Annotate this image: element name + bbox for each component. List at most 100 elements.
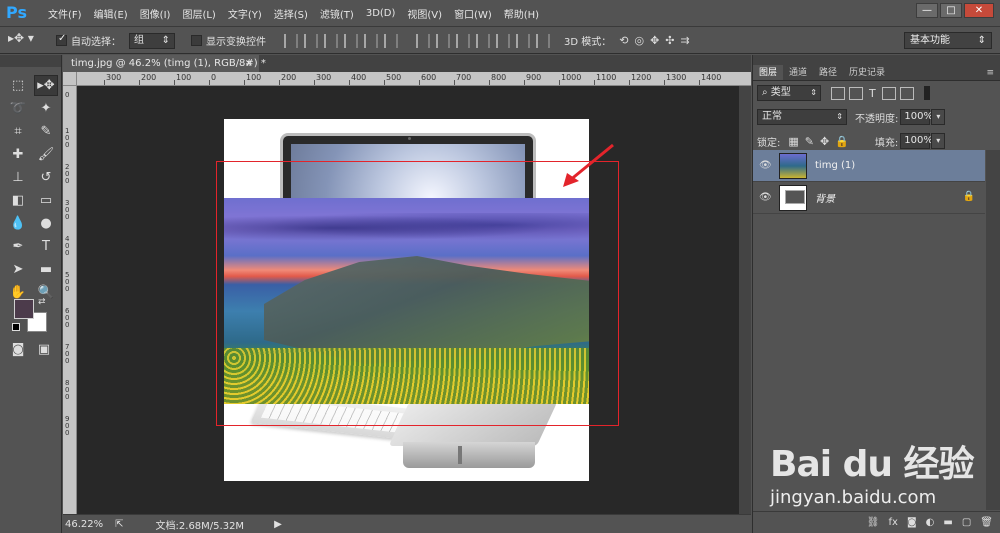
menu-type[interactable]: 文字(Y) bbox=[228, 6, 262, 21]
ruler-origin[interactable] bbox=[63, 72, 77, 86]
lock-pixels-icon[interactable]: ✎ bbox=[805, 135, 814, 148]
default-colors-icon[interactable] bbox=[12, 323, 20, 331]
distribute-right-icon[interactable] bbox=[516, 33, 530, 48]
3d-scale-icon[interactable]: ⇉ bbox=[681, 34, 690, 47]
close-button[interactable]: ✕ bbox=[964, 3, 994, 18]
show-transform-option[interactable]: 显示变换控件 bbox=[191, 33, 266, 48]
group-icon[interactable]: ▬ bbox=[943, 517, 952, 528]
layer-name[interactable]: timg (1) bbox=[815, 160, 855, 171]
screen-mode-icon[interactable]: ▣ bbox=[32, 339, 56, 360]
filter-toggle-icon[interactable] bbox=[923, 86, 930, 100]
align-bottom-icon[interactable] bbox=[324, 33, 338, 48]
menu-edit[interactable]: 编辑(E) bbox=[94, 6, 128, 21]
eraser-tool-icon[interactable]: ◧ bbox=[6, 190, 30, 211]
3d-slide-icon[interactable]: ✣ bbox=[665, 34, 674, 47]
auto-select-dropdown[interactable]: 组 ⇕ bbox=[129, 32, 175, 49]
align-right-icon[interactable] bbox=[384, 33, 398, 48]
stamp-tool-icon[interactable]: ⊥ bbox=[6, 167, 30, 188]
tab-history[interactable]: 历史记录 bbox=[843, 65, 891, 80]
visibility-eye-icon[interactable]: 👁 bbox=[759, 160, 775, 171]
3d-roll-icon[interactable]: ◎ bbox=[634, 34, 644, 47]
layer-row[interactable]: 👁 timg (1) bbox=[753, 150, 985, 182]
menu-layer[interactable]: 图层(L) bbox=[182, 6, 215, 21]
new-layer-icon[interactable]: ▢ bbox=[962, 517, 971, 528]
menu-3d[interactable]: 3D(D) bbox=[366, 8, 396, 19]
rectangle-tool-icon[interactable]: ▬ bbox=[34, 259, 58, 280]
filter-adjustment-icon[interactable] bbox=[849, 86, 863, 100]
show-transform-checkbox[interactable] bbox=[191, 35, 202, 46]
panel-header[interactable] bbox=[753, 55, 1000, 65]
marquee-tool-icon[interactable]: ⬚ bbox=[6, 75, 30, 96]
type-tool-icon[interactable]: T bbox=[34, 236, 58, 257]
3d-pan-icon[interactable]: ✥ bbox=[650, 34, 659, 47]
3d-rotate-icon[interactable]: ⟲ bbox=[619, 34, 628, 47]
menu-image[interactable]: 图像(I) bbox=[140, 6, 171, 21]
opacity-slider-arrow-icon[interactable]: ▾ bbox=[931, 109, 946, 125]
eyedropper-icon[interactable]: ✎ bbox=[34, 121, 58, 142]
tab-layers[interactable]: 图层 bbox=[753, 65, 784, 80]
align-top-icon[interactable] bbox=[284, 33, 298, 48]
filter-type-icon[interactable]: T bbox=[869, 87, 876, 100]
mask-icon[interactable]: ◙ bbox=[907, 517, 917, 528]
menu-select[interactable]: 选择(S) bbox=[274, 6, 308, 21]
move-tool-icon[interactable]: ▸✥ bbox=[34, 75, 58, 96]
export-icon[interactable]: ⇱ bbox=[115, 519, 123, 530]
vertical-ruler[interactable]: 0 1 0 0 2 0 0 3 0 0 4 0 0 5 0 0 6 0 0 7 0 0 8 0 … bbox=[63, 86, 77, 514]
foreground-color-swatch[interactable] bbox=[14, 299, 34, 319]
blur-tool-icon[interactable]: 💧 bbox=[6, 213, 30, 234]
canvas-vertical-scrollbar[interactable] bbox=[739, 86, 751, 514]
align-left-icon[interactable] bbox=[344, 33, 358, 48]
menu-window[interactable]: 窗口(W) bbox=[454, 6, 492, 21]
filter-shape-icon[interactable] bbox=[881, 86, 896, 100]
distribute-left-icon[interactable] bbox=[476, 33, 490, 48]
magic-wand-icon[interactable]: ✦ bbox=[34, 98, 58, 119]
distribute-vcenter-icon[interactable] bbox=[436, 33, 450, 48]
align-hcenter-icon[interactable] bbox=[364, 33, 378, 48]
layer-filter-dropdown[interactable]: ⌕ 类型 ⇕ bbox=[757, 85, 821, 101]
fx-icon[interactable]: fx bbox=[889, 517, 898, 528]
close-tab-icon[interactable]: × bbox=[245, 55, 253, 72]
document-tab[interactable]: timg.jpg @ 46.2% (timg (1), RGB/8#) * × bbox=[63, 55, 266, 72]
quick-mask-icon[interactable]: ◙ bbox=[6, 339, 30, 360]
status-menu-arrow-icon[interactable]: ▶ bbox=[274, 519, 282, 530]
menu-view[interactable]: 视图(V) bbox=[407, 6, 442, 21]
lock-all-icon[interactable]: 🔒 bbox=[835, 135, 849, 148]
distribute-hcenter-icon[interactable] bbox=[496, 33, 510, 48]
tab-paths[interactable]: 路径 bbox=[813, 65, 843, 80]
restore-button[interactable]: □ bbox=[940, 3, 962, 18]
path-select-icon[interactable]: ➤ bbox=[6, 259, 30, 280]
link-icon[interactable]: ⛓ bbox=[867, 517, 880, 528]
fill-slider-arrow-icon[interactable]: ▾ bbox=[931, 133, 946, 149]
distribute-top-icon[interactable] bbox=[416, 33, 430, 48]
tools-panel-header[interactable] bbox=[0, 55, 61, 67]
panel-menu-icon[interactable]: ≡ bbox=[980, 65, 1000, 80]
fill-input[interactable]: 100% bbox=[900, 133, 933, 149]
auto-select-checkbox[interactable] bbox=[56, 33, 67, 46]
auto-select-option[interactable]: 自动选择： bbox=[56, 33, 121, 48]
distribute-bottom-icon[interactable] bbox=[456, 33, 470, 48]
blend-mode-dropdown[interactable]: 正常 ⇕ bbox=[757, 109, 847, 125]
lock-transparent-icon[interactable]: ▦ bbox=[788, 135, 798, 148]
opacity-input[interactable]: 100% bbox=[900, 109, 933, 125]
layer-row[interactable]: 👁 背景 🔒 bbox=[753, 182, 985, 214]
pen-tool-icon[interactable]: ✒ bbox=[6, 236, 30, 257]
minimize-button[interactable]: — bbox=[916, 3, 938, 18]
history-brush-icon[interactable]: ↺ bbox=[34, 167, 58, 188]
filter-smart-object-icon[interactable] bbox=[899, 86, 914, 100]
dodge-tool-icon[interactable]: ● bbox=[34, 213, 58, 234]
menu-help[interactable]: 帮助(H) bbox=[504, 6, 539, 21]
adjustment-icon[interactable]: ◐ bbox=[926, 517, 935, 528]
filter-pixel-icon[interactable] bbox=[831, 86, 845, 100]
horizontal-ruler[interactable]: 300 200 100 0 100 200 300 400 500 600 700 800 900 100… bbox=[77, 72, 751, 86]
canvas-area[interactable] bbox=[77, 86, 751, 514]
gradient-tool-icon[interactable]: ▭ bbox=[34, 190, 58, 211]
layer-name[interactable]: 背景 bbox=[815, 190, 835, 205]
workspace-dropdown[interactable]: 基本功能 ⇕ bbox=[904, 32, 992, 49]
brush-tool-icon[interactable]: 🖌 bbox=[34, 144, 58, 165]
tab-channels[interactable]: 通道 bbox=[783, 65, 813, 80]
visibility-eye-icon[interactable]: 👁 bbox=[759, 192, 775, 203]
lasso-tool-icon[interactable]: ➰ bbox=[6, 98, 30, 119]
delete-icon[interactable]: 🗑 bbox=[980, 517, 993, 528]
align-vcenter-icon[interactable] bbox=[304, 33, 318, 48]
crop-tool-icon[interactable]: ⌗ bbox=[6, 121, 30, 142]
